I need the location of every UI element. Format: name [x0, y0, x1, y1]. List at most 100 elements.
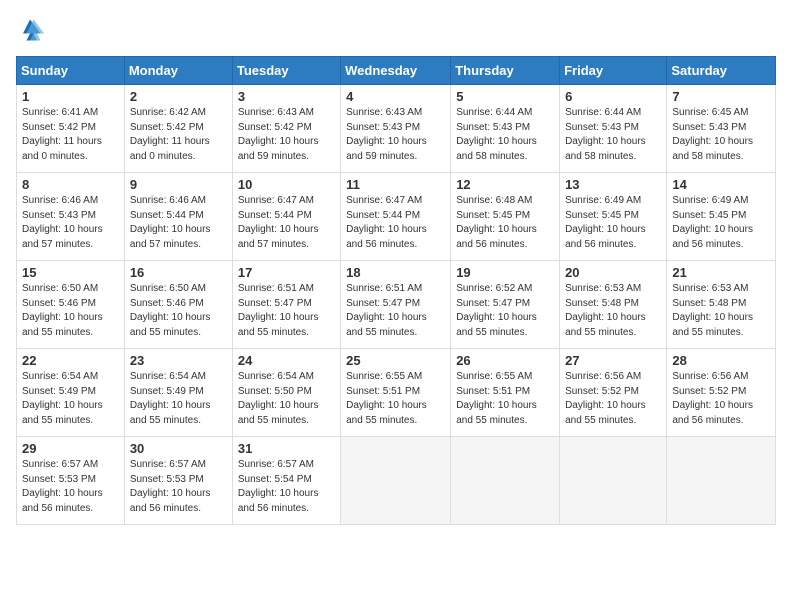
calendar-cell: 21Sunrise: 6:53 AMSunset: 5:48 PMDayligh… [667, 261, 776, 349]
day-number: 11 [346, 177, 445, 192]
day-number: 20 [565, 265, 661, 280]
day-info: Sunrise: 6:57 AMSunset: 5:54 PMDaylight:… [238, 458, 335, 516]
week-row-5: 29Sunrise: 6:57 AMSunset: 5:53 PMDayligh… [17, 437, 776, 525]
day-info: Sunrise: 6:55 AMSunset: 5:51 PMDaylight:… [346, 370, 445, 428]
calendar-cell: 14 Sunrise: 6:49 AMSunset: 5:45 PMDayligh… [667, 173, 776, 261]
header-monday: Monday [124, 57, 232, 85]
calendar-cell: 15Sunrise: 6:50 AMSunset: 5:46 PMDayligh… [17, 261, 125, 349]
calendar-cell: 5 Sunrise: 6:44 AMSunset: 5:43 PMDaylight… [451, 85, 560, 173]
day-number: 17 [238, 265, 335, 280]
day-info: Sunrise: 6:41 AMSunset: 5:42 PMDaylight:… [22, 106, 119, 164]
day-number: 14 [672, 177, 770, 192]
calendar-cell: 28 Sunrise: 6:56 AMSunset: 5:52 PMDayligh… [667, 349, 776, 437]
day-info: Sunrise: 6:48 AMSunset: 5:45 PMDaylight:… [456, 194, 554, 252]
day-number: 27 [565, 353, 661, 368]
day-info: Sunrise: 6:46 AMSunset: 5:43 PMDaylight:… [22, 194, 119, 252]
calendar-cell: 11 Sunrise: 6:47 AMSunset: 5:44 PMDayligh… [341, 173, 451, 261]
calendar-cell: 16 Sunrise: 6:50 AMSunset: 5:46 PMDayligh… [124, 261, 232, 349]
header-tuesday: Tuesday [232, 57, 340, 85]
day-number: 4 [346, 89, 445, 104]
day-number: 9 [130, 177, 227, 192]
calendar-cell: 19Sunrise: 6:52 AMSunset: 5:47 PMDayligh… [451, 261, 560, 349]
calendar-cell: 26Sunrise: 6:55 AMSunset: 5:51 PMDayligh… [451, 349, 560, 437]
logo [16, 16, 48, 44]
day-number: 24 [238, 353, 335, 368]
day-info: Sunrise: 6:56 AMSunset: 5:52 PMDaylight:… [672, 370, 770, 428]
calendar-cell: 23 Sunrise: 6:54 AMSunset: 5:49 PMDayligh… [124, 349, 232, 437]
calendar-cell: 9 Sunrise: 6:46 AMSunset: 5:44 PMDaylight… [124, 173, 232, 261]
day-number: 31 [238, 441, 335, 456]
day-info: Sunrise: 6:46 AMSunset: 5:44 PMDaylight:… [130, 194, 227, 252]
day-info: Sunrise: 6:57 AMSunset: 5:53 PMDaylight:… [130, 458, 227, 516]
day-info: Sunrise: 6:47 AMSunset: 5:44 PMDaylight:… [346, 194, 445, 252]
header-saturday: Saturday [667, 57, 776, 85]
calendar-cell: 6Sunrise: 6:44 AMSunset: 5:43 PMDaylight… [560, 85, 667, 173]
day-info: Sunrise: 6:53 AMSunset: 5:48 PMDaylight:… [565, 282, 661, 340]
day-number: 28 [672, 353, 770, 368]
calendar-cell: 8 Sunrise: 6:46 AMSunset: 5:43 PMDaylight… [17, 173, 125, 261]
calendar-cell: 13 Sunrise: 6:49 AMSunset: 5:45 PMDayligh… [560, 173, 667, 261]
calendar-cell: 17 Sunrise: 6:51 AMSunset: 5:47 PMDayligh… [232, 261, 340, 349]
day-info: Sunrise: 6:43 AMSunset: 5:42 PMDaylight:… [238, 106, 335, 164]
day-number: 3 [238, 89, 335, 104]
week-row-4: 22 Sunrise: 6:54 AMSunset: 5:49 PMDayligh… [17, 349, 776, 437]
day-info: Sunrise: 6:49 AMSunset: 5:45 PMDaylight:… [565, 194, 661, 252]
calendar-cell: 20 Sunrise: 6:53 AMSunset: 5:48 PMDayligh… [560, 261, 667, 349]
day-info: Sunrise: 6:47 AMSunset: 5:44 PMDaylight:… [238, 194, 335, 252]
day-number: 7 [672, 89, 770, 104]
calendar-cell: 7Sunrise: 6:45 AMSunset: 5:43 PMDaylight… [667, 85, 776, 173]
calendar-cell: 31 Sunrise: 6:57 AMSunset: 5:54 PMDayligh… [232, 437, 340, 525]
calendar: SundayMondayTuesdayWednesdayThursdayFrid… [16, 56, 776, 525]
day-info: Sunrise: 6:42 AMSunset: 5:42 PMDaylight:… [130, 106, 227, 164]
day-number: 6 [565, 89, 661, 104]
page-header [16, 16, 776, 44]
day-number: 25 [346, 353, 445, 368]
week-row-3: 15Sunrise: 6:50 AMSunset: 5:46 PMDayligh… [17, 261, 776, 349]
calendar-cell: 25 Sunrise: 6:55 AMSunset: 5:51 PMDayligh… [341, 349, 451, 437]
calendar-cell: 2 Sunrise: 6:42 AMSunset: 5:42 PMDaylight… [124, 85, 232, 173]
calendar-header-row: SundayMondayTuesdayWednesdayThursdayFrid… [17, 57, 776, 85]
day-info: Sunrise: 6:54 AMSunset: 5:49 PMDaylight:… [130, 370, 227, 428]
calendar-cell: 12Sunrise: 6:48 AMSunset: 5:45 PMDayligh… [451, 173, 560, 261]
day-number: 30 [130, 441, 227, 456]
calendar-cell [451, 437, 560, 525]
calendar-cell: 1Sunrise: 6:41 AMSunset: 5:42 PMDaylight… [17, 85, 125, 173]
day-number: 5 [456, 89, 554, 104]
day-number: 8 [22, 177, 119, 192]
day-info: Sunrise: 6:55 AMSunset: 5:51 PMDaylight:… [456, 370, 554, 428]
calendar-cell [667, 437, 776, 525]
calendar-cell: 29Sunrise: 6:57 AMSunset: 5:53 PMDayligh… [17, 437, 125, 525]
day-info: Sunrise: 6:43 AMSunset: 5:43 PMDaylight:… [346, 106, 445, 164]
calendar-cell: 10Sunrise: 6:47 AMSunset: 5:44 PMDayligh… [232, 173, 340, 261]
calendar-cell: 18 Sunrise: 6:51 AMSunset: 5:47 PMDayligh… [341, 261, 451, 349]
day-number: 16 [130, 265, 227, 280]
calendar-cell: 22Sunrise: 6:54 AMSunset: 5:49 PMDayligh… [17, 349, 125, 437]
day-info: Sunrise: 6:54 AMSunset: 5:50 PMDaylight:… [238, 370, 335, 428]
day-number: 2 [130, 89, 227, 104]
day-number: 23 [130, 353, 227, 368]
day-number: 13 [565, 177, 661, 192]
header-friday: Friday [560, 57, 667, 85]
calendar-cell [341, 437, 451, 525]
day-info: Sunrise: 6:49 AMSunset: 5:45 PMDaylight:… [672, 194, 770, 252]
day-info: Sunrise: 6:44 AMSunset: 5:43 PMDaylight:… [456, 106, 554, 164]
day-info: Sunrise: 6:51 AMSunset: 5:47 PMDaylight:… [238, 282, 335, 340]
calendar-cell [560, 437, 667, 525]
calendar-cell: 3 Sunrise: 6:43 AMSunset: 5:42 PMDaylight… [232, 85, 340, 173]
header-sunday: Sunday [17, 57, 125, 85]
day-info: Sunrise: 6:52 AMSunset: 5:47 PMDaylight:… [456, 282, 554, 340]
day-info: Sunrise: 6:51 AMSunset: 5:47 PMDaylight:… [346, 282, 445, 340]
logo-icon [16, 16, 44, 44]
week-row-1: 1Sunrise: 6:41 AMSunset: 5:42 PMDaylight… [17, 85, 776, 173]
header-wednesday: Wednesday [341, 57, 451, 85]
day-info: Sunrise: 6:50 AMSunset: 5:46 PMDaylight:… [22, 282, 119, 340]
day-info: Sunrise: 6:57 AMSunset: 5:53 PMDaylight:… [22, 458, 119, 516]
day-number: 22 [22, 353, 119, 368]
day-info: Sunrise: 6:50 AMSunset: 5:46 PMDaylight:… [130, 282, 227, 340]
calendar-cell: 30 Sunrise: 6:57 AMSunset: 5:53 PMDayligh… [124, 437, 232, 525]
day-info: Sunrise: 6:53 AMSunset: 5:48 PMDaylight:… [672, 282, 770, 340]
calendar-cell: 27Sunrise: 6:56 AMSunset: 5:52 PMDayligh… [560, 349, 667, 437]
calendar-cell: 24 Sunrise: 6:54 AMSunset: 5:50 PMDayligh… [232, 349, 340, 437]
calendar-cell: 4 Sunrise: 6:43 AMSunset: 5:43 PMDaylight… [341, 85, 451, 173]
day-number: 18 [346, 265, 445, 280]
